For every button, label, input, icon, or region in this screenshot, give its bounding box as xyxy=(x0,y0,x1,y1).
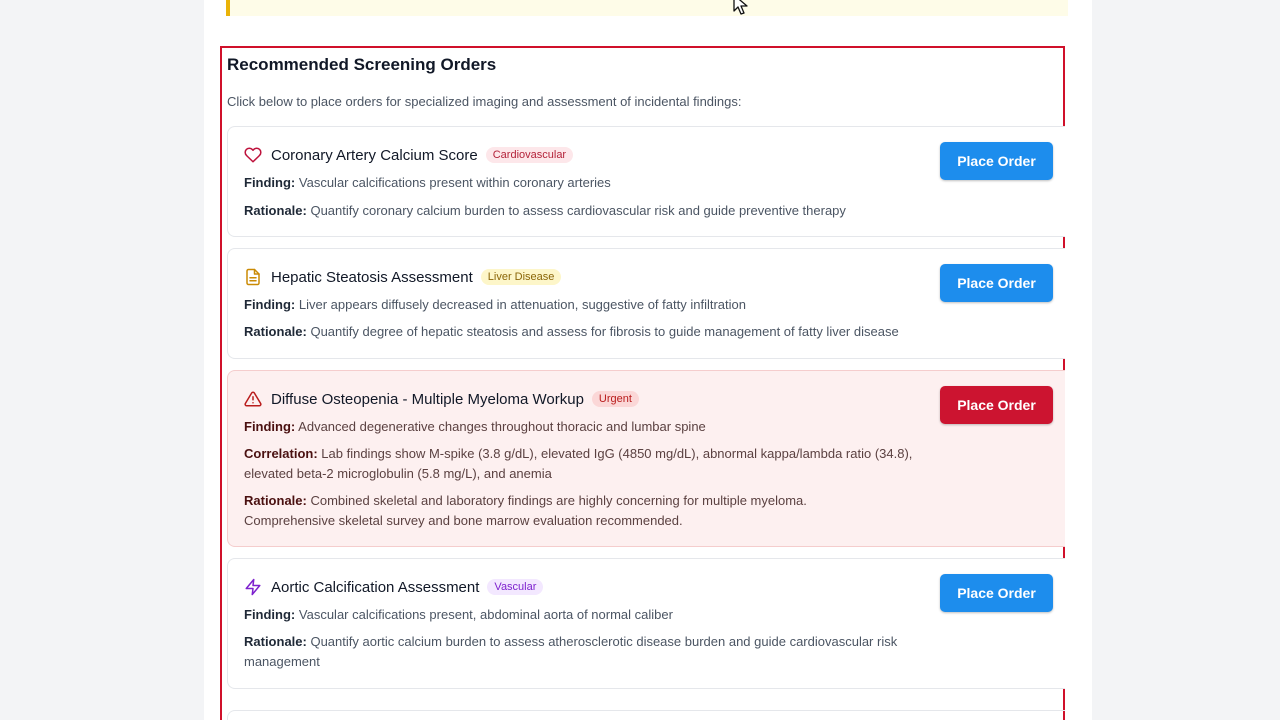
order-card-coronary-calcium: Coronary Artery Calcium Score Cardiovasc… xyxy=(227,126,1065,237)
correlation-row: Correlation: Lab findings show M-spike (… xyxy=(244,444,924,484)
card-header: Hepatic Steatosis Assessment Liver Disea… xyxy=(244,267,562,287)
rationale-label: Rationale: xyxy=(244,203,307,218)
rationale-row: Rationale: Combined skeletal and laborat… xyxy=(244,491,884,531)
card-title: Aortic Calcification Assessment xyxy=(271,578,480,596)
category-badge: Liver Disease xyxy=(480,269,562,285)
category-badge: Cardiovascular xyxy=(485,147,574,163)
place-order-button[interactable]: Place Order xyxy=(940,574,1053,612)
card-title: Diffuse Osteopenia - Multiple Myeloma Wo… xyxy=(271,390,584,408)
correlation-label: Correlation: xyxy=(244,446,318,461)
order-card-aortic-calcification: Aortic Calcification Assessment Vascular… xyxy=(227,558,1065,689)
heart-icon xyxy=(244,146,262,164)
card-title: Hepatic Steatosis Assessment xyxy=(271,268,473,286)
section-description: Click below to place orders for speciali… xyxy=(227,94,742,109)
finding-label: Finding: xyxy=(244,297,296,312)
order-card-multiple-myeloma: Diffuse Osteopenia - Multiple Myeloma Wo… xyxy=(227,370,1065,547)
rationale-text: Quantify aortic calcium burden to assess… xyxy=(244,634,898,669)
rationale-text: Quantify coronary calcium burden to asse… xyxy=(310,203,846,218)
category-badge: Vascular xyxy=(487,579,544,595)
rationale-label: Rationale: xyxy=(244,493,307,508)
finding-text: Vascular calcifications present, abdomin… xyxy=(298,607,673,622)
finding-label: Finding: xyxy=(244,175,296,190)
place-order-button[interactable]: Place Order xyxy=(940,264,1053,302)
rationale-row: Rationale: Quantify coronary calcium bur… xyxy=(244,201,924,221)
rationale-row: Rationale: Quantify degree of hepatic st… xyxy=(244,322,924,342)
card-header: Diffuse Osteopenia - Multiple Myeloma Wo… xyxy=(244,389,639,409)
screening-orders-section: Recommended Screening Orders Click below… xyxy=(220,46,1065,720)
order-card-hepatic-steatosis: Hepatic Steatosis Assessment Liver Disea… xyxy=(227,248,1065,359)
place-order-button[interactable]: Place Order xyxy=(940,142,1053,180)
correlation-text: Lab findings show M-spike (3.8 g/dL), el… xyxy=(244,446,913,481)
notice-banner xyxy=(226,0,1068,16)
rationale-label: Rationale: xyxy=(244,634,307,649)
finding-text: Liver appears diffusely decreased in att… xyxy=(298,297,746,312)
finding-row: Finding: Vascular calcifications present… xyxy=(244,605,924,625)
rationale-row: Rationale: Quantify aortic calcium burde… xyxy=(244,632,924,672)
finding-row: Finding: Liver appears diffusely decreas… xyxy=(244,295,924,315)
page-container: Recommended Screening Orders Click below… xyxy=(204,0,1092,720)
mouse-cursor-icon xyxy=(733,0,748,15)
finding-row: Finding: Vascular calcifications present… xyxy=(244,173,924,193)
finding-label: Finding: xyxy=(244,419,296,434)
rationale-label: Rationale: xyxy=(244,324,307,339)
card-header: Aortic Calcification Assessment Vascular xyxy=(244,577,544,597)
rationale-text: Quantify degree of hepatic steatosis and… xyxy=(310,324,899,339)
finding-label: Finding: xyxy=(244,607,296,622)
place-order-button-urgent[interactable]: Place Order xyxy=(940,386,1053,424)
rationale-text: Combined skeletal and laboratory finding… xyxy=(244,493,807,528)
card-header: Coronary Artery Calcium Score Cardiovasc… xyxy=(244,145,574,165)
card-title: Coronary Artery Calcium Score xyxy=(271,146,478,164)
warning-triangle-icon xyxy=(244,390,262,408)
lightning-icon xyxy=(244,578,262,596)
section-title: Recommended Screening Orders xyxy=(227,55,497,74)
finding-text: Advanced degenerative changes throughout… xyxy=(298,419,706,434)
urgent-badge: Urgent xyxy=(591,391,639,407)
document-icon xyxy=(244,268,262,286)
next-order-card-partial xyxy=(227,710,1065,720)
finding-text: Vascular calcifications present within c… xyxy=(298,175,611,190)
finding-row: Finding: Advanced degenerative changes t… xyxy=(244,417,924,437)
